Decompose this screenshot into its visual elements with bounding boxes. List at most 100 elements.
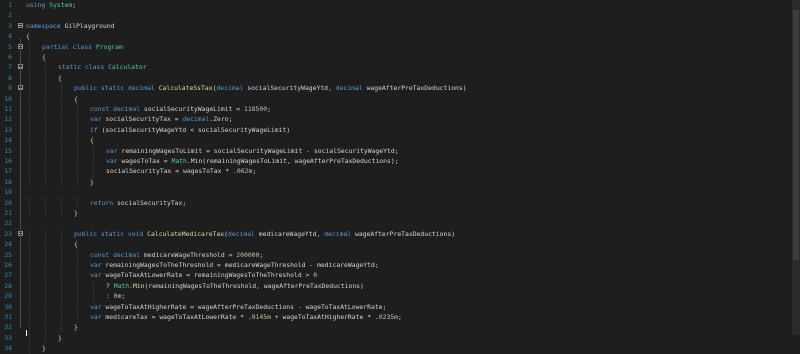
code-text: public static decimal CalculateSsTax(dec… <box>74 84 467 93</box>
line-number: 20 <box>4 198 12 207</box>
indent-guide <box>61 145 62 156</box>
line-number: 3 <box>8 21 12 30</box>
indent-guide <box>61 124 62 136</box>
code-line[interactable]: 33} <box>0 332 792 344</box>
code-line[interactable]: 28 ? Math.Min(remainingWagesToTheThreshol… <box>0 280 792 292</box>
code-text: var remainingWagesToTheThreshold = medic… <box>90 261 379 269</box>
indent-guide <box>29 280 30 292</box>
code-text: static class Calculator <box>58 63 147 72</box>
code-line[interactable]: 19 <box>0 187 792 197</box>
line-number: 26 <box>4 261 12 269</box>
indent-guide <box>77 104 78 115</box>
code-line[interactable]: 4{ <box>0 31 792 41</box>
code-line[interactable]: 2 <box>0 10 792 20</box>
indent-guide <box>61 260 62 271</box>
code-line[interactable]: 21} <box>0 208 792 219</box>
indent-guide <box>45 270 46 281</box>
code-line[interactable]: 14 { <box>0 135 792 146</box>
code-line[interactable]: 5 partial class Program <box>0 41 792 52</box>
indent-guide <box>29 249 30 260</box>
line-number: 4 <box>8 32 12 41</box>
indent-guide <box>61 270 62 281</box>
indent-guide <box>45 291 46 302</box>
code-text: if (socialSecurityWageYtd < socialSecuri… <box>90 125 291 134</box>
line-number: 34 <box>4 344 12 353</box>
line-number: 1 <box>8 1 12 9</box>
indent-guide <box>77 145 78 156</box>
code-line[interactable]: 11 const decimal socialSecurityWageLimit … <box>0 104 792 115</box>
indent-guide <box>45 83 46 94</box>
line-number: 10 <box>4 94 12 103</box>
line-number: 30 <box>4 302 12 311</box>
line-number: 29 <box>4 292 12 301</box>
code-line[interactable]: 25 const decimal medicareWageThreshold = … <box>0 249 792 260</box>
indent-guide <box>29 93 30 104</box>
indent-guide <box>29 197 30 208</box>
indent-guide <box>77 301 78 312</box>
code-line[interactable]: 9 public static decimal CalculateSsTax(de… <box>0 83 792 94</box>
code-text: } <box>74 209 78 217</box>
indent-guide <box>45 62 46 73</box>
indent-guide <box>61 228 62 240</box>
collapse-box-icon[interactable] <box>18 22 23 28</box>
indent-guide <box>29 83 30 94</box>
code-line[interactable]: 31 var medicareTax = wageToTaxAtLowerRate… <box>0 312 792 323</box>
code-line[interactable]: 29: 0m; <box>0 291 792 302</box>
code-line[interactable]: 12 var socialSecurityTax = decimal.Zero; <box>0 114 792 125</box>
indent-guide <box>45 104 46 115</box>
code-line[interactable]: 17 socialSecurityTax = wagesToTax * .062m… <box>0 166 792 177</box>
code-text: } <box>74 323 78 332</box>
indent-guide <box>45 145 46 156</box>
code-line[interactable]: 8{ <box>0 72 792 84</box>
line-number: 27 <box>4 271 12 280</box>
code-line[interactable]: 18} <box>0 176 792 188</box>
code-line[interactable]: 24 { <box>0 239 792 250</box>
code-line[interactable]: 23 public static void CalculateMedicareTa… <box>0 228 792 240</box>
indent-guide <box>45 135 46 146</box>
code-text: } <box>90 177 94 186</box>
line-number: 6 <box>8 53 12 61</box>
code-line[interactable]: 1 using System; <box>0 0 792 10</box>
line-number: 13 <box>4 125 12 134</box>
code-line[interactable]: 26 var remainingWagesToTheThreshold = med… <box>0 260 792 271</box>
code-line[interactable]: 13 if (socialSecurityWageYtd < socialSecu… <box>0 124 792 136</box>
code-line[interactable]: 34} <box>0 343 792 354</box>
code-line[interactable]: 15 var remainingWagesToLimit = socialSecu… <box>0 145 792 156</box>
indent-guide <box>61 301 62 312</box>
indent-guide <box>61 176 62 188</box>
vertical-scrollbar[interactable] <box>792 0 800 335</box>
indent-guide <box>29 343 30 354</box>
indent-guide <box>29 41 30 52</box>
code-line[interactable]: 22 <box>0 218 792 228</box>
code-text: partial class Program <box>42 42 123 51</box>
indent-guide <box>29 312 30 323</box>
code-line[interactable]: 3 namespace GilPlayground <box>0 21 792 31</box>
indent-guide <box>29 104 30 115</box>
code-line[interactable]: 27 var wageToTaxAtLowerRate = remainingWa… <box>0 270 792 281</box>
line-number: 22 <box>4 219 12 228</box>
code-editor[interactable]: 1 using System; 2 3 namespace GilPlayground 4… <box>0 0 792 354</box>
code-line[interactable]: 7 static class Calculator <box>0 62 792 73</box>
code-line[interactable]: 16 var wagesToTax = Math.Min(remainingWag… <box>0 156 792 167</box>
code-line[interactable]: 6{ <box>0 52 792 63</box>
scrollbar-thumb[interactable] <box>793 10 799 260</box>
code-text: return socialSecurityTax; <box>90 198 187 207</box>
indent-guide <box>77 176 78 188</box>
code-line[interactable]: 32} <box>0 322 792 333</box>
indent-guide <box>77 114 78 125</box>
indent-guide <box>61 208 62 219</box>
code-line[interactable]: 20 return socialSecurityTax; <box>0 197 792 208</box>
code-line[interactable]: 30 var wageToTaxAtHigherRate = wageAfterP… <box>0 301 792 312</box>
code-line[interactable]: 10 { <box>0 93 792 104</box>
indent-guide <box>61 135 62 146</box>
indent-guide <box>45 176 46 188</box>
indent-guide <box>29 301 30 312</box>
indent-guide <box>45 260 46 271</box>
indent-guide <box>61 93 62 104</box>
indent-guide <box>61 239 62 250</box>
code-text: { <box>58 73 62 82</box>
line-number: 5 <box>8 42 12 51</box>
indent-guide <box>93 166 94 177</box>
indent-guide <box>29 114 30 125</box>
indent-guide <box>29 166 30 177</box>
